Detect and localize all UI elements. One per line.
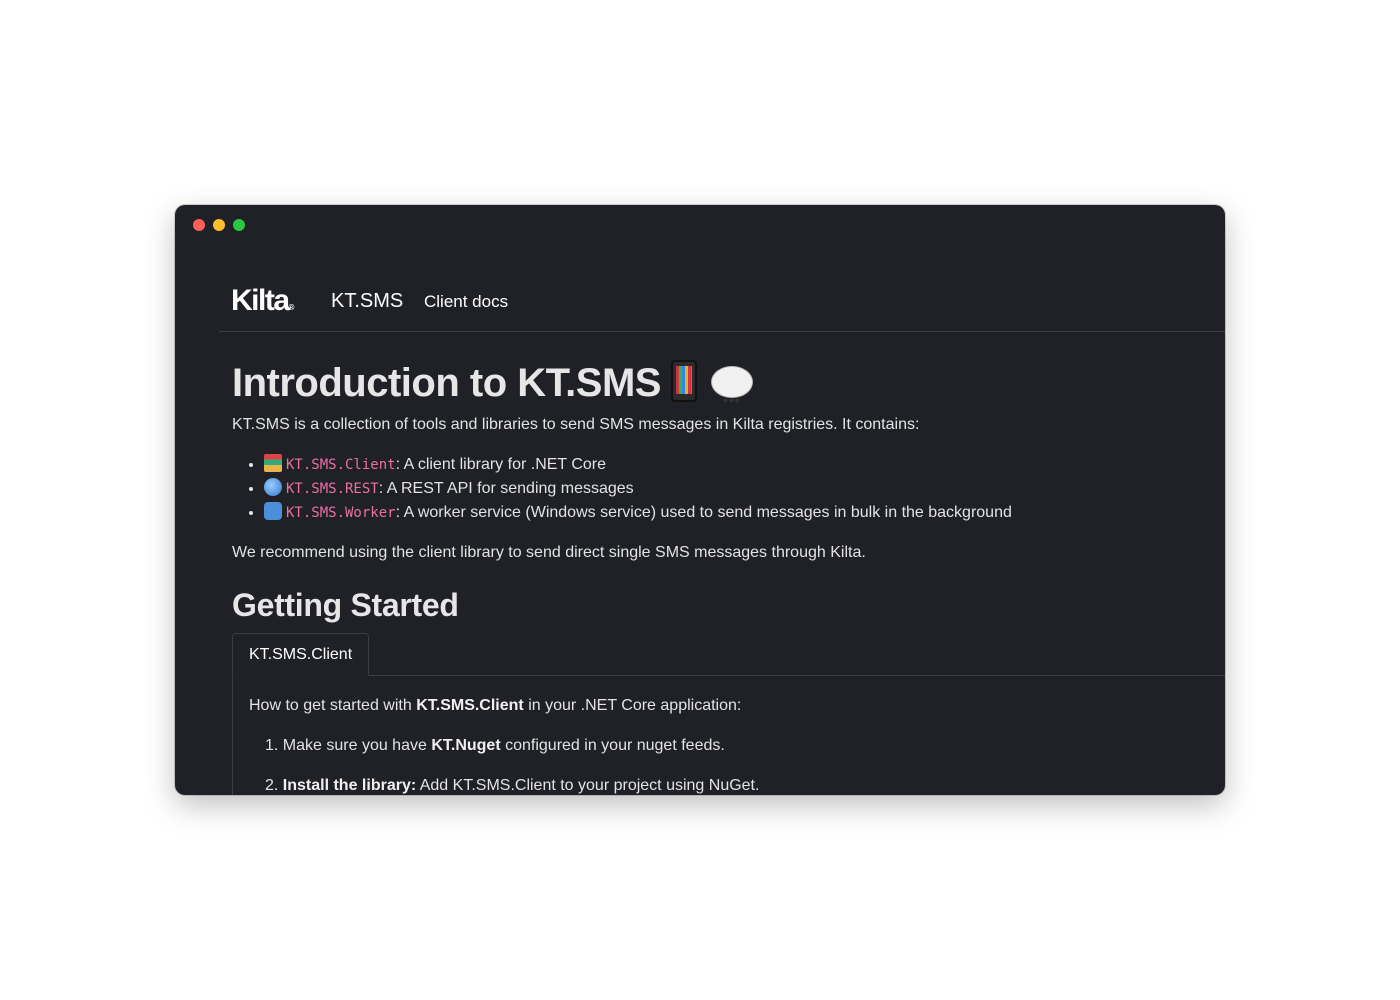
feature-list: KT.SMS.Client: A client library for .NET… [232,453,1225,525]
code-worker: KT.SMS.Worker [286,505,396,521]
panel-intro-post: in your .NET Core application: [523,697,742,714]
maximize-window-button[interactable] [233,219,245,231]
tab-bar: KT.SMS.Client [232,633,1225,676]
cycle-icon [264,502,282,520]
step-text: Add KT.SMS.Client to your project using … [416,777,760,794]
list-item: KT.SMS.REST: A REST API for sending mess… [264,477,1225,501]
minimize-window-button[interactable] [213,219,225,231]
panel-intro-pre: How to get started with [249,697,417,714]
list-item: 1. Make sure you have KT.Nuget configure… [265,734,1225,758]
step-text: Make sure you have [282,737,432,754]
page-title-text: Introduction to KT.SMS [232,361,661,405]
step-number: 1. [265,737,279,754]
close-window-button[interactable] [193,219,205,231]
steps-list: 1. Make sure you have KT.Nuget configure… [249,734,1225,795]
step-bold: Install the library: [282,777,417,794]
list-item: KT.SMS.Worker: A worker service (Windows… [264,501,1225,525]
list-item: KT.SMS.Client: A client library for .NET… [264,453,1225,477]
kilta-logo[interactable]: Kilta® [231,283,294,326]
nav-client-docs-link[interactable]: Client docs [424,291,508,313]
tab-kt-sms-client[interactable]: KT.SMS.Client [232,633,370,676]
step-bold: KT.Nuget [431,737,501,754]
page-title: Introduction to KT.SMS [232,355,1225,428]
step-text: configured in your nuget feeds. [500,737,725,754]
step-number: 2. [265,777,279,794]
main-content: Introduction to KT.SMS KT.SMS is a colle… [232,355,1225,795]
top-navbar: Kilta® KT.SMS Client docs [219,265,1225,332]
panel-intro-bold: KT.SMS.Client [416,697,524,714]
books-icon [264,454,282,472]
getting-started-heading: Getting Started [232,587,459,623]
feature-text: : A worker service (Windows service) use… [395,504,1012,521]
mobile-phone-icon [670,360,697,402]
code-rest: KT.SMS.REST [286,481,379,497]
browser-window: Kilta® KT.SMS Client docs Introduction t… [175,205,1225,795]
list-item: 2. Install the library: Add KT.SMS.Clien… [265,774,1225,795]
window-controls [193,219,245,231]
recommend-paragraph: We recommend using the client library to… [232,544,866,561]
speech-bubble-icon [710,366,753,428]
code-client: KT.SMS.Client [286,457,396,473]
globe-icon [264,478,282,496]
nav-brand-link[interactable]: KT.SMS [331,289,403,313]
panel-intro: How to get started with KT.SMS.Client in… [249,694,1225,718]
feature-text: : A client library for .NET Core [395,456,607,473]
feature-text: : A REST API for sending messages [378,480,634,497]
tab-panel: How to get started with KT.SMS.Client in… [232,676,1225,795]
